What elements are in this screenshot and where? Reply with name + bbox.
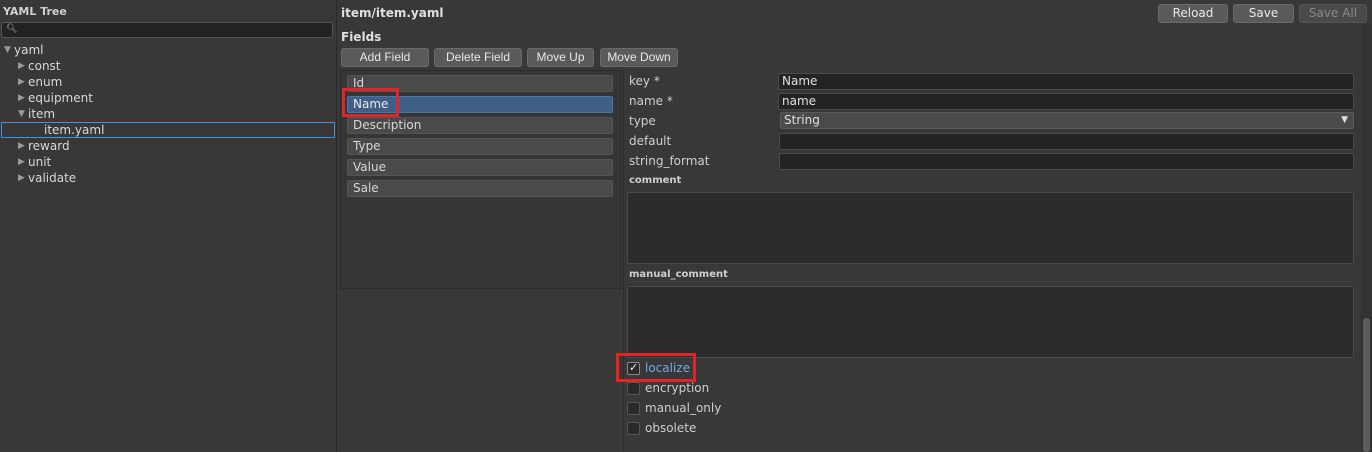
- tree-item-label: const: [28, 59, 61, 73]
- tree-item-item-yaml[interactable]: item.yaml: [1, 122, 335, 138]
- tree-item-label: yaml: [14, 43, 44, 57]
- type-select-value: String: [784, 113, 820, 127]
- type-select[interactable]: String ▼: [780, 112, 1354, 129]
- fields-section-label: Fields: [341, 30, 382, 44]
- tree-item-label: unit: [28, 155, 52, 169]
- tree-item-unit[interactable]: ▶ unit: [0, 154, 337, 170]
- save-all-button[interactable]: Save All: [1299, 4, 1367, 23]
- checkbox-label: localize: [645, 361, 690, 375]
- field-list: Id Name Description Type Value Sale: [340, 70, 621, 289]
- checkbox-label: encryption: [645, 381, 710, 395]
- add-field-button[interactable]: Add Field: [341, 48, 429, 67]
- triangle-right-icon[interactable]: ▶: [18, 170, 25, 186]
- tree-item-yaml[interactable]: ▼ yaml: [0, 42, 337, 58]
- tree-item-label: validate: [28, 171, 77, 185]
- reload-button[interactable]: Reload: [1158, 4, 1228, 23]
- tree-item-equipment[interactable]: ▶ equipment: [0, 90, 337, 106]
- tree-item-validate[interactable]: ▶ validate: [0, 170, 337, 186]
- field-item-id[interactable]: Id: [347, 75, 613, 92]
- name-label: name *: [629, 94, 673, 108]
- tree-item-reward[interactable]: ▶ reward: [0, 138, 337, 154]
- triangle-down-icon[interactable]: ▼: [18, 106, 25, 122]
- type-label: type: [629, 114, 656, 128]
- tree-item-label: enum: [28, 75, 63, 89]
- yaml-tree-panel: YAML Tree 🔍︎ ▼ yaml ▶ const ▶ enum ▶ equipment ▼…: [0, 0, 337, 452]
- move-down-button[interactable]: Move Down: [600, 48, 678, 67]
- tree-search-box[interactable]: 🔍︎: [1, 22, 333, 38]
- chevron-down-icon: ▼: [1341, 115, 1348, 125]
- default-input[interactable]: [779, 133, 1354, 150]
- checkbox-label: obsolete: [645, 421, 697, 435]
- checkbox-box[interactable]: [627, 422, 640, 435]
- checkbox-box[interactable]: ✓: [627, 361, 640, 375]
- tree-item-label: reward: [28, 139, 70, 153]
- string-format-input[interactable]: [779, 153, 1354, 170]
- tree-item-const[interactable]: ▶ const: [0, 58, 337, 74]
- triangle-right-icon[interactable]: ▶: [18, 74, 25, 90]
- manual-comment-textarea[interactable]: [627, 286, 1354, 358]
- default-label: default: [629, 134, 672, 148]
- checkbox-label: manual_only: [645, 401, 722, 415]
- field-item-sale[interactable]: Sale: [347, 180, 613, 197]
- delete-field-button[interactable]: Delete Field: [434, 48, 522, 67]
- tree-search-input[interactable]: [16, 23, 330, 37]
- name-input[interactable]: name: [778, 93, 1354, 110]
- field-item-name[interactable]: Name: [347, 96, 613, 113]
- manual-comment-label: manual_comment: [629, 269, 728, 280]
- triangle-right-icon[interactable]: ▶: [18, 138, 25, 154]
- tree-item-label: item: [28, 107, 56, 121]
- save-button[interactable]: Save: [1233, 4, 1294, 23]
- key-input[interactable]: Name: [778, 73, 1354, 90]
- tree-item-enum[interactable]: ▶ enum: [0, 74, 337, 90]
- file-title: item/item.yaml: [341, 6, 444, 20]
- field-item-value[interactable]: Value: [347, 159, 613, 176]
- detail-scrollbar-thumb[interactable]: [1363, 318, 1370, 452]
- panel-title: YAML Tree: [3, 5, 67, 18]
- triangle-right-icon[interactable]: ▶: [18, 90, 25, 106]
- checkbox-box[interactable]: [627, 402, 640, 415]
- tree-item-label: item.yaml: [44, 123, 105, 137]
- checkbox-box[interactable]: [627, 382, 640, 395]
- field-item-description[interactable]: Description: [347, 117, 613, 134]
- move-up-button[interactable]: Move Up: [527, 48, 594, 67]
- tree-item-item[interactable]: ▼ item: [0, 106, 337, 122]
- comment-textarea[interactable]: [627, 192, 1354, 264]
- string-format-label: string_format: [629, 154, 710, 168]
- triangle-right-icon[interactable]: ▶: [18, 58, 25, 74]
- checkmark-icon: ✓: [629, 361, 639, 374]
- comment-label: comment: [629, 175, 682, 186]
- key-label: key *: [629, 74, 660, 88]
- yaml-tree: ▼ yaml ▶ const ▶ enum ▶ equipment ▼ item item.yaml…: [0, 42, 337, 186]
- tree-item-label: equipment: [28, 91, 93, 105]
- triangle-right-icon[interactable]: ▶: [18, 154, 25, 170]
- triangle-down-icon[interactable]: ▼: [4, 42, 11, 58]
- field-item-type[interactable]: Type: [347, 138, 613, 155]
